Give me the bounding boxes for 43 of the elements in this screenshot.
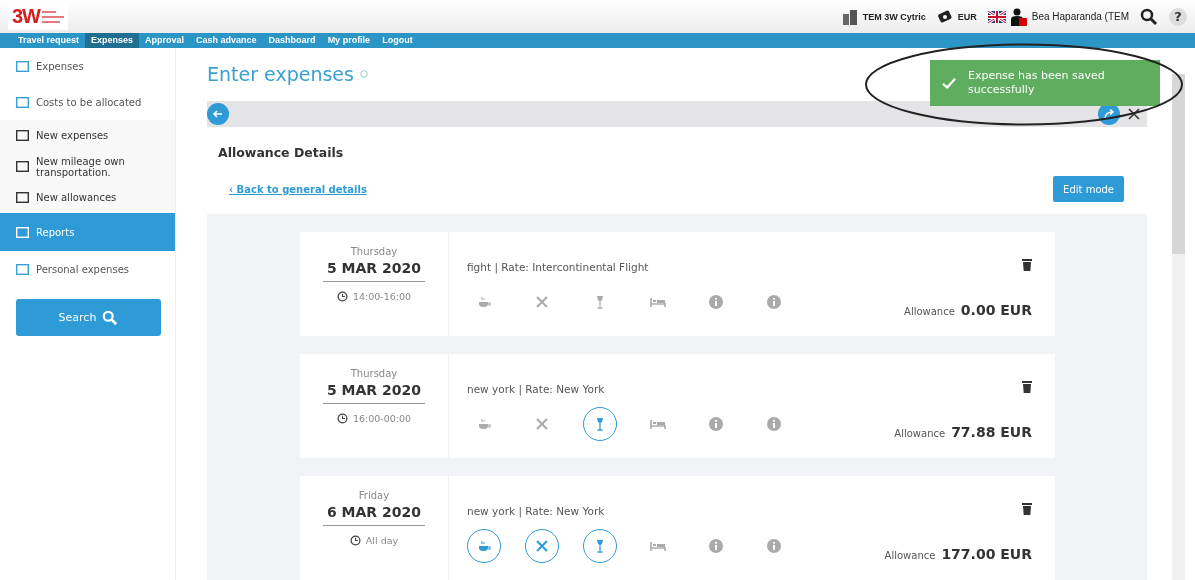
- nav-tab[interactable]: Travel request: [12, 33, 86, 48]
- allowance-amount: 177.00 EUR: [941, 546, 1032, 562]
- sidebar-item[interactable]: Personal expenses: [0, 251, 175, 287]
- nav-tab[interactable]: My profile: [321, 33, 377, 48]
- sidebar-item[interactable]: New mileage own transportation.: [0, 151, 175, 182]
- allowance-amount: 0.00 EUR: [960, 302, 1032, 318]
- weekday-label: Friday: [358, 490, 390, 501]
- date-label: 6 MAR 2020: [323, 504, 425, 526]
- sidebar-item[interactable]: Costs to be allocated: [0, 84, 175, 120]
- sidebar-item[interactable]: New allowances: [0, 182, 175, 213]
- edit-mode-button[interactable]: Edit mode: [1053, 176, 1124, 202]
- sidebar-item[interactable]: New expenses: [0, 120, 175, 151]
- nav-tab[interactable]: Dashboard: [262, 33, 322, 48]
- nav-tab[interactable]: Cash advance: [190, 33, 263, 48]
- time-range: 14:00-16:00: [352, 291, 412, 302]
- allowance-label: Allowance: [894, 428, 946, 439]
- allowance-label: Allowance: [904, 306, 955, 317]
- date-label: 5 MAR 2020: [323, 260, 425, 282]
- time-range: 16:00-00:00: [352, 413, 412, 424]
- currency-label[interactable]: EUR: [957, 11, 977, 22]
- page-title: Enter expenses: [207, 63, 354, 86]
- back-link[interactable]: ‹ Back to general details: [229, 183, 367, 195]
- rate-description: new york | Rate: New York: [467, 505, 605, 517]
- nav-tab[interactable]: Logout: [376, 33, 419, 48]
- weekday-label: Thursday: [350, 368, 398, 379]
- weekday-label: Thursday: [350, 246, 398, 257]
- rate-description: new york | Rate: New York: [467, 383, 605, 395]
- help-button[interactable]: ?: [1169, 7, 1187, 26]
- nav-tab[interactable]: Approval: [139, 33, 191, 48]
- allowance-amount: 77.88 EUR: [951, 424, 1032, 440]
- section-heading: Allowance Details: [218, 145, 345, 160]
- time-range: All day: [365, 535, 399, 546]
- user-name[interactable]: Bea Haparanda (TEM: [1031, 11, 1129, 22]
- allowance-label: Allowance: [884, 550, 936, 561]
- date-label: 5 MAR 2020: [323, 382, 425, 404]
- sidebar-item[interactable]: Expenses: [0, 48, 175, 84]
- nav-tab[interactable]: Expenses: [85, 33, 140, 48]
- success-toast: Expense has been saved successfully: [930, 60, 1160, 106]
- search-button[interactable]: Search: [16, 299, 161, 336]
- rate-description: fight | Rate: Intercontinental Flight: [467, 261, 649, 273]
- company-logo: 3W: [12, 5, 40, 28]
- company-name[interactable]: TEM 3W Cytric: [862, 11, 926, 22]
- sidebar-item[interactable]: Reports: [0, 213, 175, 251]
